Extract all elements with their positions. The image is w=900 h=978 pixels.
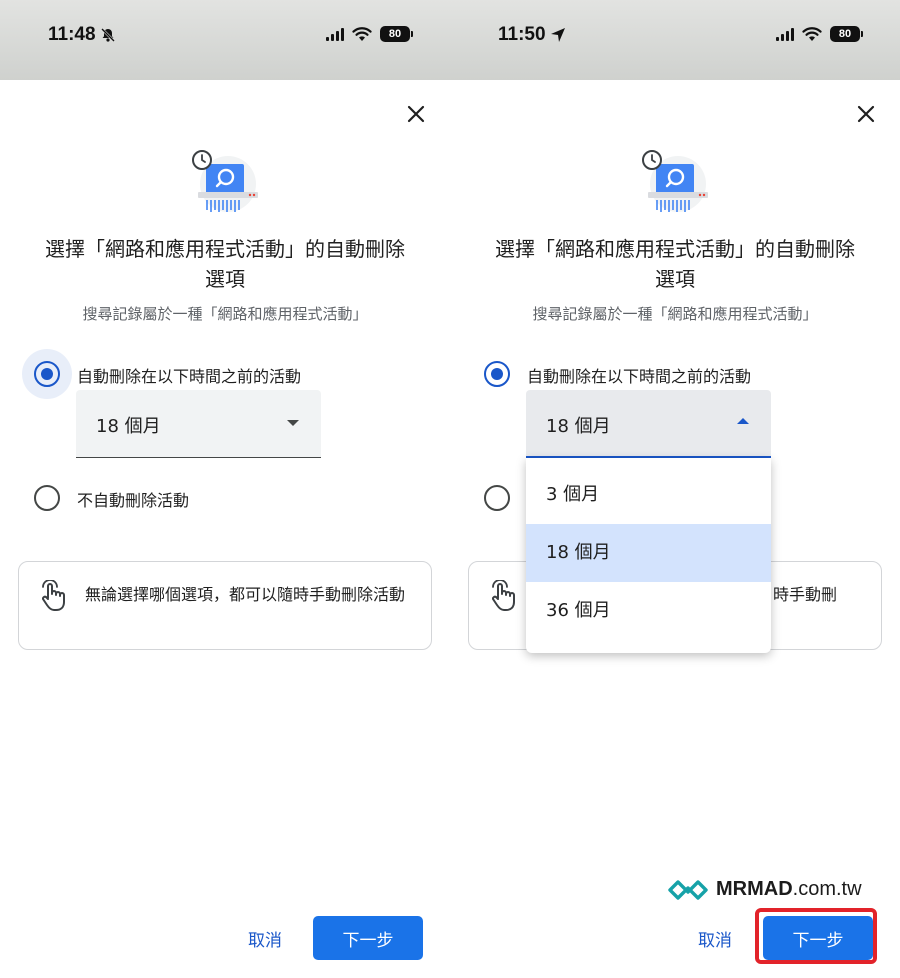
location-arrow-icon: [550, 28, 565, 42]
radio-no-auto-delete[interactable]: [34, 485, 60, 511]
radio-auto-delete-label: 自動刪除在以下時間之前的活動: [77, 367, 302, 386]
signal-icon: [776, 27, 794, 41]
caret-up-icon: [737, 418, 749, 424]
status-bar: 11:48 80: [0, 0, 450, 80]
status-time: 11:50: [498, 24, 566, 46]
radio-auto-delete[interactable]: [484, 361, 510, 387]
period-select-value: 18 個月: [546, 416, 611, 437]
close-icon[interactable]: [404, 102, 428, 126]
period-select[interactable]: 18 個月: [526, 390, 771, 458]
signal-icon: [326, 27, 344, 41]
status-bar: 11:50 80: [450, 0, 900, 80]
radio-no-auto-delete-label: 不自動刪除活動: [77, 491, 190, 510]
caret-down-icon: [287, 420, 299, 426]
dialog-subtitle: 搜尋記錄屬於一種「網路和應用程式活動」: [532, 305, 818, 323]
period-select[interactable]: 18 個月: [76, 390, 321, 458]
info-box: 無論選擇哪個選項，都可以隨時手動刪除活動: [18, 561, 432, 650]
status-icons: 80: [326, 26, 413, 42]
radio-auto-delete[interactable]: [34, 361, 60, 387]
dialog-title: 選擇「網路和應用程式活動」的自動刪除選項: [45, 237, 405, 291]
cancel-button[interactable]: 取消: [686, 916, 744, 960]
info-text: 無論選擇哪個選項，都可以隨時手動刪除活動: [85, 585, 406, 604]
radio-no-auto-delete[interactable]: [484, 485, 510, 511]
dialog-title: 選擇「網路和應用程式活動」的自動刪除選項: [495, 237, 855, 291]
dropdown-option-36-months[interactable]: 36 個月: [526, 582, 771, 640]
wifi-icon: [802, 26, 822, 41]
bell-slash-icon: [100, 28, 115, 42]
clock: 11:50: [498, 24, 546, 45]
right-screen: 11:50 80 選擇「網路和應用程式活動」的自動刪除選項 搜尋記錄屬於一種「網…: [450, 0, 900, 978]
dropdown-option-3-months[interactable]: 3 個月: [526, 466, 771, 524]
period-select-value: 18 個月: [96, 416, 161, 437]
period-dropdown-menu: 3 個月 18 個月 36 個月: [526, 458, 771, 653]
cancel-button[interactable]: 取消: [236, 916, 294, 960]
status-icons: 80: [776, 26, 863, 42]
mrmad-watermark: MRMAD .com.tw: [668, 878, 862, 901]
dialog-sheet: 選擇「網路和應用程式活動」的自動刪除選項 搜尋記錄屬於一種「網路和應用程式活動」…: [450, 80, 900, 978]
dropdown-option-18-months[interactable]: 18 個月: [526, 524, 771, 582]
wifi-icon: [352, 26, 372, 41]
hand-tap-icon: [492, 580, 515, 611]
watermark-brand: MRMAD: [716, 878, 793, 900]
battery-icon: 80: [830, 26, 863, 42]
hand-tap-icon: [42, 580, 65, 611]
status-time: 11:48: [48, 24, 116, 46]
next-button[interactable]: 下一步: [313, 916, 423, 960]
battery-icon: 80: [380, 26, 413, 42]
dialog-subtitle: 搜尋記錄屬於一種「網路和應用程式活動」: [82, 305, 368, 323]
shredder-clock-illustration: [192, 150, 258, 212]
mrmad-logo-icon: [668, 879, 708, 900]
watermark-domain: .com.tw: [792, 878, 862, 900]
close-icon[interactable]: [854, 102, 878, 126]
left-screen: 11:48 80 選擇「網路和應用程式活動」的自動刪除選項 搜尋記錄屬於一種「網…: [0, 0, 450, 978]
clock: 11:48: [48, 24, 96, 45]
dialog-sheet: 選擇「網路和應用程式活動」的自動刪除選項 搜尋記錄屬於一種「網路和應用程式活動」…: [0, 80, 450, 978]
radio-auto-delete-label: 自動刪除在以下時間之前的活動: [527, 367, 752, 386]
shredder-clock-illustration: [642, 150, 708, 212]
next-button[interactable]: 下一步: [763, 916, 873, 960]
info-text-partial: 時手動刪: [773, 585, 838, 604]
